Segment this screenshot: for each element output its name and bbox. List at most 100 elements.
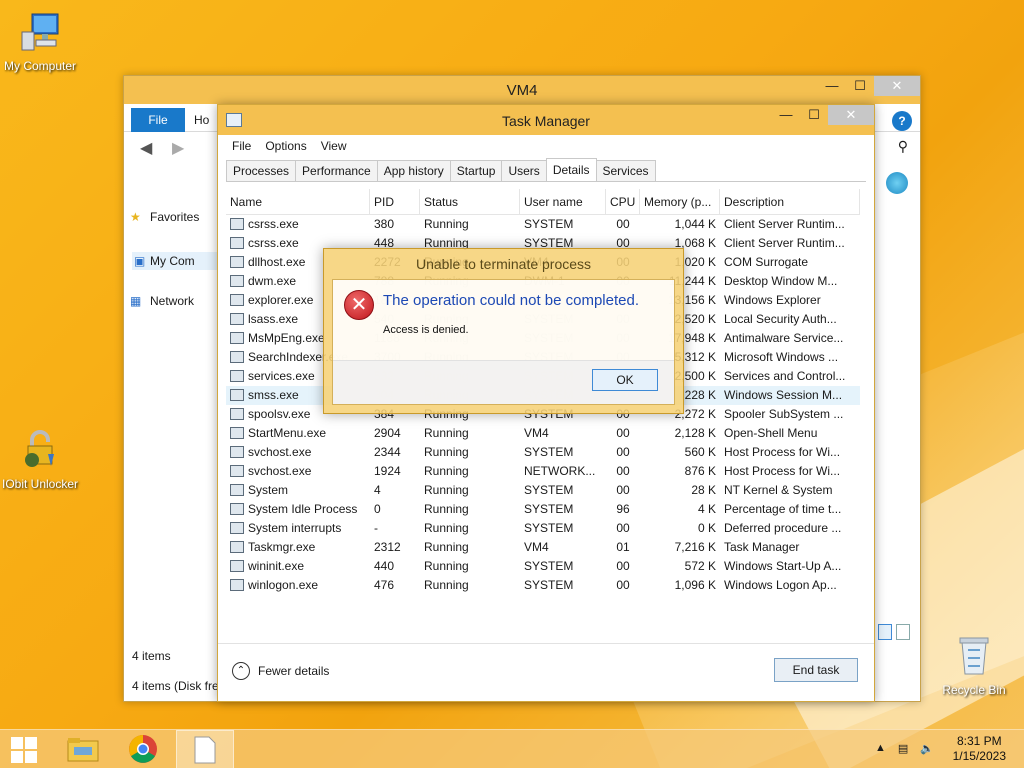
taskbar-file-explorer[interactable] <box>56 730 112 768</box>
minimize-button[interactable]: — <box>772 105 800 125</box>
cell-desc: Task Manager <box>724 540 800 554</box>
cell-pid: - <box>374 521 378 535</box>
end-task-button[interactable]: End task <box>774 658 858 682</box>
column-header-name[interactable]: Name <box>226 189 370 214</box>
cell-desc: Desktop Window M... <box>724 274 838 288</box>
cell-name: svchost.exe <box>226 443 370 462</box>
taskbar-document[interactable] <box>176 730 234 768</box>
star-icon: ★ <box>130 210 141 224</box>
nav-item-network[interactable]: ▦ Network <box>130 294 194 308</box>
status-bar: 4 items (Disk fre <box>132 679 219 693</box>
details-view-icon[interactable] <box>878 624 892 640</box>
start-button[interactable] <box>0 730 56 768</box>
tab-app-history[interactable]: App history <box>376 160 451 182</box>
cell-pid: 476 <box>374 578 395 592</box>
cell-cpu: 00 <box>616 559 630 573</box>
show-hidden-icons-icon[interactable]: ▲ <box>875 742 886 755</box>
menu-view[interactable]: View <box>321 139 347 153</box>
menu-options[interactable]: Options <box>265 139 306 153</box>
document-icon <box>194 736 216 764</box>
cell-pid: 2312 <box>374 540 401 554</box>
menu-file[interactable]: File <box>232 139 251 153</box>
column-header-user[interactable]: User name <box>520 189 606 214</box>
table-row[interactable]: System 4 Running SYSTEM 00 28 K NT Kernel & Sy… <box>226 481 860 500</box>
process-icon <box>230 503 244 515</box>
tiles-view-icon[interactable] <box>896 624 910 640</box>
column-header-pid[interactable]: PID <box>370 189 420 214</box>
chrome-icon <box>129 735 157 763</box>
desktop-icon-my-computer[interactable]: My Computer <box>0 10 80 73</box>
column-header-description[interactable]: Description <box>720 189 860 214</box>
table-row[interactable]: winlogon.exe 476 Running SYSTEM 00 1,096 K Win… <box>226 576 860 595</box>
column-header-memory[interactable]: Memory (p... <box>640 189 720 214</box>
computer-icon: ▣ <box>134 254 146 268</box>
explorer-title: VM4 <box>506 82 538 99</box>
cell-cpu: 01 <box>616 540 630 554</box>
process-icon <box>230 351 244 363</box>
tab-services[interactable]: Services <box>595 160 656 182</box>
task-manager-footer: ⌃ Fewer details End task <box>218 643 874 701</box>
fewer-details-button[interactable]: ⌃ Fewer details <box>232 662 329 680</box>
cell-desc: Host Process for Wi... <box>724 445 841 459</box>
cell-mem: 4 K <box>697 502 716 516</box>
cell-desc: Windows Session M... <box>724 388 843 402</box>
taskbar-chrome[interactable] <box>116 730 172 768</box>
desktop-icon-iobit-unlocker[interactable]: IObit Unlocker <box>0 428 80 491</box>
desktop-icon-recycle-bin[interactable]: Recycle Bin <box>934 632 1014 697</box>
globe-icon[interactable] <box>886 172 908 194</box>
cell-mem: 2,128 K <box>674 426 716 440</box>
search-icon[interactable]: ⚲ <box>898 138 908 155</box>
process-icon <box>230 446 244 458</box>
column-header-status[interactable]: Status <box>420 189 520 214</box>
windows-logo-icon <box>11 737 37 763</box>
desktop-icon-label: My Computer <box>3 59 77 73</box>
cell-user: VM4 <box>524 540 549 554</box>
process-icon <box>230 579 244 591</box>
maximize-button[interactable]: ☐ <box>800 105 828 125</box>
column-header-cpu[interactable]: CPU <box>606 189 640 214</box>
cell-status: Running <box>424 578 469 592</box>
maximize-button[interactable]: ☐ <box>846 76 874 96</box>
table-row[interactable]: System Idle Process 0 Running SYSTEM 96 4 K Pe… <box>226 500 860 519</box>
system-tray: ▲ ▤ 🔈 <box>875 742 934 755</box>
process-icon <box>230 256 244 268</box>
error-dialog: Unable to terminate process ✕ The operat… <box>323 248 684 414</box>
table-row[interactable]: Taskmgr.exe 2312 Running VM4 01 7,216 K Task M… <box>226 538 860 557</box>
tab-startup[interactable]: Startup <box>449 160 503 182</box>
cell-name: wininit.exe <box>226 557 370 576</box>
close-button[interactable]: ✕ <box>874 76 920 96</box>
nav-item-favorites[interactable]: ★ Favorites <box>130 210 199 224</box>
table-row[interactable]: System interrupts - Running SYSTEM 00 0 K Defe… <box>226 519 860 538</box>
cell-user: NETWORK... <box>524 464 596 478</box>
table-row[interactable]: svchost.exe 2344 Running SYSTEM 00 560 K Host … <box>226 443 860 462</box>
tab-details[interactable]: Details <box>545 158 597 182</box>
ok-button[interactable]: OK <box>592 369 658 391</box>
close-button[interactable]: ✕ <box>828 105 874 125</box>
cell-user: SYSTEM <box>524 521 574 535</box>
clock-time: 8:31 PM <box>956 734 1002 748</box>
cell-name: StartMenu.exe <box>226 424 370 443</box>
table-row[interactable]: svchost.exe 1924 Running NETWORK... 00 876 K H… <box>226 462 860 481</box>
cell-pid: 440 <box>374 559 395 573</box>
tab-performance[interactable]: Performance <box>295 160 378 182</box>
minimize-button[interactable]: — <box>818 76 846 96</box>
tab-processes[interactable]: Processes <box>226 160 297 182</box>
task-manager-titlebar[interactable]: Task Manager — ☐ ✕ <box>218 105 874 135</box>
help-icon[interactable]: ? <box>892 111 912 131</box>
tab-users[interactable]: Users <box>501 160 547 182</box>
file-tab[interactable]: File <box>131 108 185 132</box>
cell-desc: Services and Control... <box>724 369 846 383</box>
cell-status: Running <box>424 464 469 478</box>
process-icon <box>230 522 244 534</box>
network-icon[interactable]: ▤ <box>898 742 908 755</box>
home-tab[interactable]: Ho <box>194 113 209 127</box>
volume-muted-icon[interactable]: 🔈 <box>920 742 934 755</box>
table-row[interactable]: StartMenu.exe 2904 Running VM4 00 2,128 K Open… <box>226 424 860 443</box>
cell-mem: 1,096 K <box>674 578 716 592</box>
explorer-titlebar[interactable]: VM4 — ☐ ✕ <box>124 76 920 104</box>
fewer-details-label: Fewer details <box>258 664 330 678</box>
clock[interactable]: 8:31 PM 1/15/2023 <box>953 734 1006 764</box>
table-row[interactable]: wininit.exe 440 Running SYSTEM 00 572 K Window… <box>226 557 860 576</box>
nav-item-my-computer[interactable]: ▣ My Com <box>132 252 222 270</box>
table-row[interactable]: csrss.exe 380 Running SYSTEM 00 1,044 K Client… <box>226 215 860 234</box>
